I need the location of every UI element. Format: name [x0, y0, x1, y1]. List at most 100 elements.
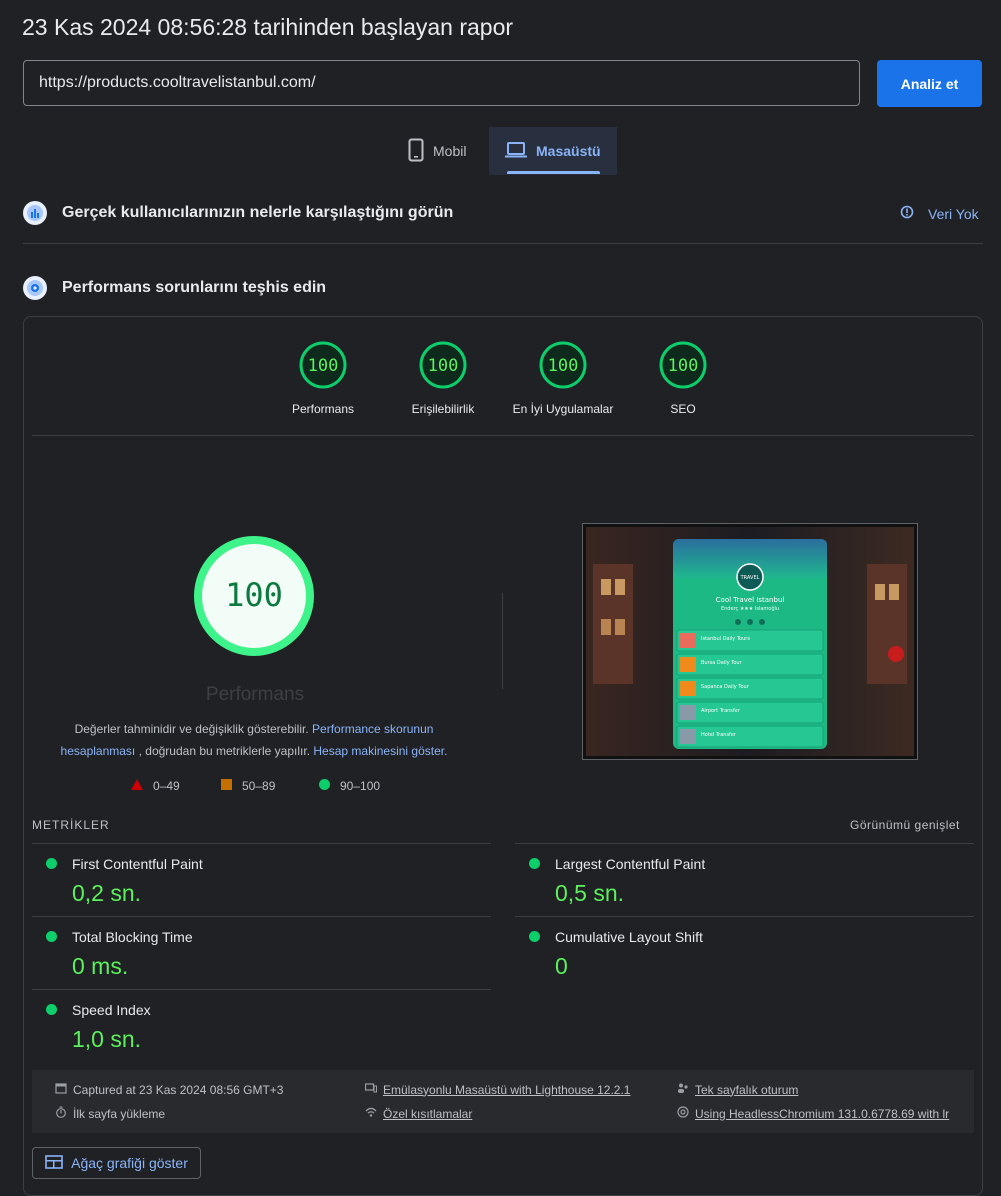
page-screenshot[interactable]: TRAVEL Cool Travel Istanbul Enderç ★★★ I… [582, 523, 918, 760]
svg-text:TRAVEL: TRAVEL [740, 575, 760, 581]
expand-view-toggle[interactable]: Görünümü genişlet [850, 818, 960, 832]
screenshot-list-item [676, 653, 824, 676]
captured-at: Captured at 23 Kas 2024 08:56 GMT+3 [55, 1082, 283, 1097]
description-text: Değerler tahminidir ve değişiklik göster… [74, 722, 309, 736]
metric-name: First Contentful Paint [72, 856, 203, 872]
tab-desktop[interactable]: Masaüstü [489, 127, 617, 175]
gauge-accessibility[interactable]: 100 [418, 340, 468, 390]
gauge-score: 100 [308, 356, 339, 376]
metrics-heading: METRİKLER [32, 818, 110, 832]
legend-fail: 0–49 [131, 779, 180, 793]
pass-dot-icon [46, 1004, 57, 1015]
tab-mobile-label: Mobil [433, 143, 467, 159]
main-gauge-score: 100 [225, 576, 283, 614]
gauge-seo-label: SEO [670, 402, 696, 416]
people-icon [677, 1082, 689, 1097]
gauge-best-practices[interactable]: 100 [538, 340, 588, 390]
screenshot-thumb [680, 729, 696, 744]
screenshot-list-item [676, 677, 824, 700]
emulation-info[interactable]: Emülasyonlu Masaüstü with Lighthouse 12.… [365, 1082, 630, 1097]
pass-dot-icon [529, 931, 540, 942]
tab-mobile[interactable]: Mobil [392, 127, 482, 175]
pass-dot-icon [529, 858, 540, 869]
metric-name: Cumulative Layout Shift [555, 929, 703, 945]
info-icon [900, 205, 914, 222]
wifi-icon [365, 1106, 377, 1121]
timer-icon [55, 1106, 67, 1121]
screenshot-item-label: Sapanca Daily Tour [701, 684, 750, 690]
gauge-score: 100 [668, 356, 699, 376]
session-text: Tek sayfalık oturum [695, 1082, 799, 1097]
treemap-icon [45, 1154, 63, 1172]
screenshot-item-label: Hotel Transfer [701, 732, 737, 738]
metric-fcp: First Contentful Paint 0,2 sn. [32, 843, 491, 915]
vertical-divider [502, 593, 503, 689]
throttling-text: Özel kısıtlamalar [383, 1106, 473, 1121]
legend-average: 50–89 [221, 779, 275, 793]
browser-info[interactable]: Using HeadlessChromium 131.0.6778.69 wit… [677, 1106, 949, 1121]
screenshot-site-title: Cool Travel Istanbul [716, 596, 785, 604]
screenshot-image: TRAVEL Cool Travel Istanbul Enderç ★★★ I… [586, 527, 914, 756]
section-divider [23, 243, 983, 244]
metric-name: Total Blocking Time [72, 929, 193, 945]
gauge-accessibility-label: Erişilebilirlik [411, 402, 475, 416]
metric-cls: Cumulative Layout Shift 0 [515, 916, 974, 988]
screenshot-thumb [680, 633, 696, 648]
chrome-icon [677, 1106, 689, 1121]
description-text-2: , doğrudan bu metriklerle yapılır. [138, 744, 311, 758]
no-data-label: Veri Yok [928, 205, 979, 222]
laptop-icon [505, 141, 527, 161]
gauges-divider [32, 435, 974, 436]
captured-text: Captured at 23 Kas 2024 08:56 GMT+3 [73, 1082, 284, 1097]
screenshot-list-item [676, 701, 824, 724]
emulation-text: Emülasyonlu Masaüstü with Lighthouse 12.… [383, 1082, 631, 1097]
screenshot-list-item [676, 629, 824, 652]
tab-desktop-label: Masaüstü [536, 143, 601, 159]
pass-dot-icon [46, 858, 57, 869]
circle-icon [319, 779, 330, 793]
metric-tbt: Total Blocking Time 0 ms. [32, 916, 491, 988]
lab-data-title: Performans sorunlarını teşhis edin [62, 279, 327, 296]
crux-icon [23, 201, 47, 225]
triangle-icon [131, 779, 143, 793]
screenshot-item-label: Istanbul Daily Tours [701, 636, 750, 642]
calculator-link[interactable]: Hesap makinesini göster. [313, 744, 447, 758]
gauge-score: 100 [548, 356, 579, 376]
throttling-info[interactable]: Özel kısıtlamalar [365, 1106, 472, 1121]
square-icon [221, 779, 232, 793]
main-performance-gauge: 100 [194, 536, 314, 656]
screenshot-thumb [680, 705, 696, 720]
screenshot-tagline: Enderç ★★★ Islamoğlu [721, 605, 779, 612]
gauge-performance-label: Performans [291, 402, 355, 416]
browser-text: Using HeadlessChromium 131.0.6778.69 wit… [695, 1106, 950, 1121]
gauge-seo[interactable]: 100 [658, 340, 708, 390]
gauge-score: 100 [428, 356, 459, 376]
legend-fail-label: 0–49 [153, 779, 180, 793]
legend-pass-label: 90–100 [340, 779, 381, 793]
calendar-icon [55, 1082, 67, 1097]
field-data-title: Gerçek kullanıcılarınızın nelerle karşıl… [62, 204, 454, 221]
screenshot-item-label: Bursa Daily Tour [701, 660, 743, 666]
lighthouse-icon [23, 276, 47, 300]
legend-average-label: 50–89 [242, 779, 276, 793]
analyze-button[interactable]: Analiz et [877, 60, 982, 107]
metric-name: Largest Contentful Paint [555, 856, 706, 872]
devices-icon [365, 1082, 377, 1097]
metric-speed-index: Speed Index 1,0 sn. [32, 989, 491, 1061]
main-gauge-label: Performans [205, 684, 305, 705]
pass-dot-icon [46, 931, 57, 942]
treemap-button[interactable]: Ağaç grafiği göster [32, 1147, 201, 1179]
score-description: Değerler tahminidir ve değişiklik göster… [40, 718, 468, 762]
metric-value: 0 [555, 953, 568, 979]
session-info[interactable]: Tek sayfalık oturum [677, 1082, 798, 1097]
screenshot-item-label: Airport Transfer [701, 708, 741, 714]
initial-load-text: İlk sayfa yükleme [73, 1106, 166, 1121]
screenshot-thumb [680, 657, 696, 672]
treemap-button-label: Ağaç grafiği göster [71, 1155, 188, 1171]
gauge-performance[interactable]: 100 [298, 340, 348, 390]
metric-value: 1,0 sn. [72, 1026, 142, 1052]
screenshot-thumb [680, 681, 696, 696]
report-title: 23 Kas 2024 08:56:28 tarihinden başlayan… [22, 14, 514, 40]
gauge-best-practices-label: En İyi Uygulamalar [512, 402, 614, 416]
url-input[interactable] [23, 60, 860, 106]
